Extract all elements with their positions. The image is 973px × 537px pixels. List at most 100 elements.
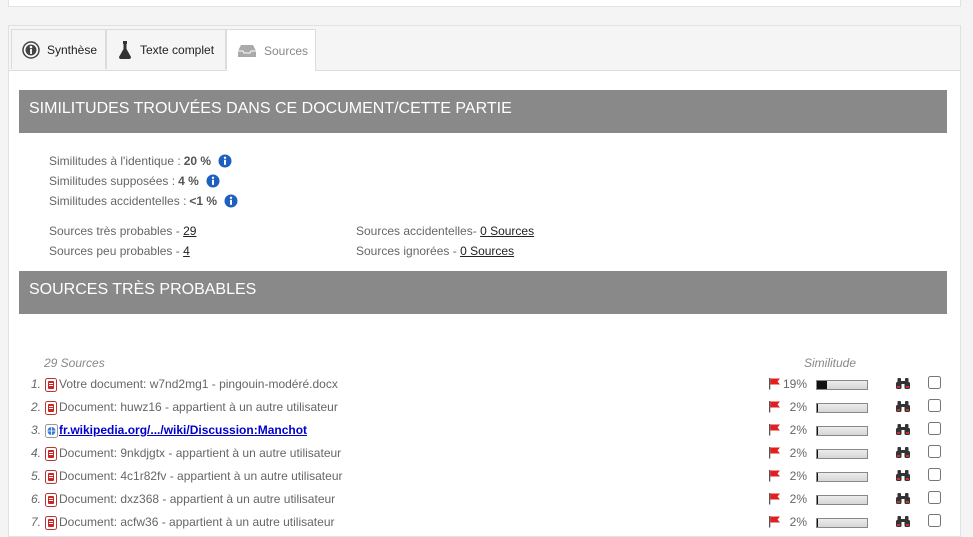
row-number: 2. [30,400,41,414]
binoculars-icon[interactable] [895,446,911,462]
source-row: 5. Document: 4c1r82fv - appartient à un … [9,468,960,489]
source-title[interactable]: Document: acfw36 - appartient à un autre… [59,515,334,529]
source-checkbox[interactable] [928,399,941,412]
sources-count-label: 29 Sources [44,356,105,370]
similarity-bar [816,403,868,413]
summary-icon [22,40,40,59]
document-icon [45,447,57,464]
accidental-similarity: Similitudes accidentelles : <1 % [49,194,238,208]
similarity-percent: 2% [789,423,807,437]
source-checkbox[interactable] [928,468,941,481]
source-checkbox[interactable] [928,491,941,504]
similarities-header: SIMILITUDES TROUVÉES DANS CE DOCUMENT/CE… [19,90,947,133]
source-title[interactable]: Document: 9nkdjgtx - appartient à un aut… [59,446,341,460]
source-title[interactable]: Document: 4c1r82fv - appartient à un aut… [59,469,343,483]
source-title[interactable]: Document: dxz368 - appartient à un autre… [59,492,335,506]
similarity-percent: 2% [789,469,807,483]
similarity-bar-fill [817,381,827,389]
document-icon [45,516,57,533]
flag-icon[interactable] [768,423,781,439]
unlikely-link[interactable]: 4 [183,244,190,258]
tab-synthese[interactable]: Synthèse [11,29,106,69]
stat-value: 4 % [178,174,199,188]
binoculars-icon[interactable] [895,492,911,508]
source-row: 1. Votre document: w7nd2mg1 - pingouin-m… [9,376,960,397]
binoculars-icon[interactable] [895,400,911,416]
tab-label: Sources [264,43,309,58]
similarity-bar [816,518,868,528]
flag-icon[interactable] [768,446,781,462]
unlikely-count: Sources peu probables - 4 [49,244,190,258]
document-icon [45,470,57,487]
info-icon[interactable] [224,194,238,208]
document-icon [45,493,57,510]
source-title[interactable]: Document: huwz16 - appartient à un autre… [59,400,338,414]
row-number: 6. [30,492,41,506]
row-number: 3. [30,423,41,437]
source-row: 6. Document: dxz368 - appartient à un au… [9,491,960,512]
ignored-link[interactable]: 0 Sources [460,244,514,258]
supposed-similarity: Similitudes supposées : 4 % [49,174,220,188]
source-checkbox[interactable] [928,514,941,527]
count-label: Sources accidentelles- [356,224,481,238]
flag-icon[interactable] [768,377,781,393]
report-panel: Synthèse Texte complet Sources SIMILITUD… [8,25,961,537]
flag-icon[interactable] [768,492,781,508]
similarity-percent: 2% [789,492,807,506]
similarity-bar [816,472,868,482]
source-checkbox[interactable] [928,445,941,458]
very-probable-link[interactable]: 29 [183,224,196,238]
similarity-percent: 2% [789,400,807,414]
accidental-count: Sources accidentelles- 0 Sources [356,224,534,238]
info-icon[interactable] [218,154,232,168]
stat-value: 20 % [183,154,212,168]
very-probable-header: SOURCES TRÈS PROBABLES [19,271,947,314]
similarity-percent: 2% [789,446,807,460]
count-label: Sources très probables - [49,224,184,238]
flag-icon[interactable] [768,515,781,531]
identical-similarity: Similitudes à l'identique : 20 % [49,154,232,168]
accidental-link[interactable]: 0 Sources [480,224,534,238]
source-checkbox[interactable] [928,422,941,435]
similarity-bar-fill [817,404,818,412]
flag-icon[interactable] [768,469,781,485]
tab-label: Texte complet [140,42,215,57]
flask-icon [117,40,133,60]
binoculars-icon[interactable] [895,469,911,485]
stat-label: Similitudes supposées : [49,174,176,188]
very-probable-count: Sources très probables - 29 [49,224,196,238]
similarity-percent: 2% [789,515,807,529]
source-row: 4. Document: 9nkdjgtx - appartient à un … [9,445,960,466]
document-icon [45,401,57,418]
ignored-count: Sources ignorées - 0 Sources [356,244,514,258]
source-checkbox[interactable] [928,376,941,389]
similarity-bar [816,495,868,505]
source-row: 3. fr.wikipedia.org/.../wiki/Discussion:… [9,422,960,443]
binoculars-icon[interactable] [895,515,911,531]
row-number: 1. [30,377,41,391]
source-row: 2. Document: huwz16 - appartient à un au… [9,399,960,420]
source-title[interactable]: fr.wikipedia.org/.../wiki/Discussion:Man… [59,423,307,437]
tab-texte-complet[interactable]: Texte complet [106,29,226,69]
similarity-bar-fill [817,427,818,435]
similarity-bar-fill [817,473,818,481]
similarity-bar [816,380,868,390]
similarity-percent: 19% [783,377,808,391]
document-icon [45,378,57,395]
tab-label: Synthèse [47,42,98,57]
row-number: 7. [30,515,41,529]
similarity-bar [816,426,868,436]
top-box [8,0,961,7]
stat-value: <1 % [189,194,218,208]
tab-sources[interactable]: Sources [226,29,316,71]
stat-label: Similitudes accidentelles : [49,194,187,208]
binoculars-icon[interactable] [895,423,911,439]
similarity-bar-fill [817,496,818,504]
web-page-icon [45,424,58,441]
similarity-column-label: Similitude [804,356,857,370]
flag-icon[interactable] [768,400,781,416]
source-title[interactable]: Votre document: w7nd2mg1 - pingouin-modé… [59,377,338,391]
binoculars-icon[interactable] [895,377,911,393]
info-icon[interactable] [206,174,220,188]
similarity-bar [816,449,868,459]
